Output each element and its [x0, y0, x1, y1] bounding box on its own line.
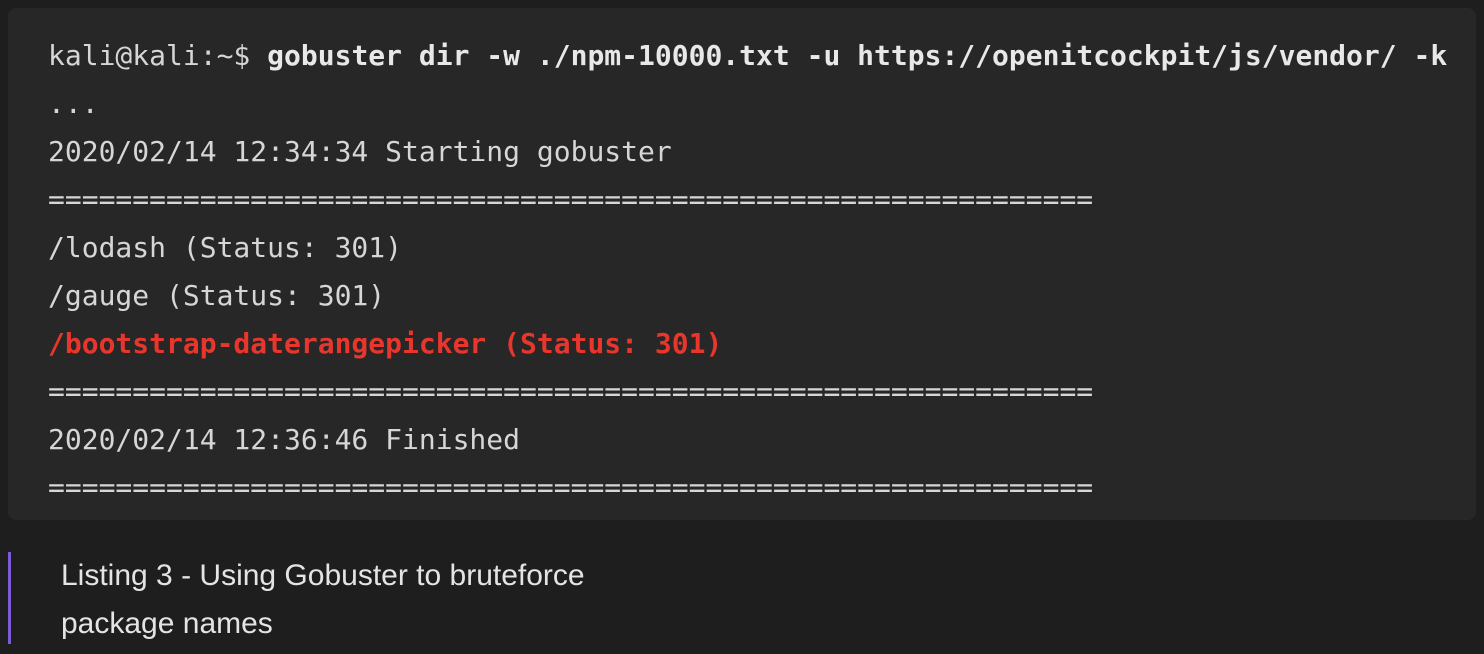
result-line: /gauge (Status: 301)	[48, 279, 386, 312]
command-line: kali@kali:~$ gobuster dir -w ./npm-10000…	[48, 32, 1476, 80]
listing-caption: Listing 3 - Using Gobuster to bruteforce…	[8, 552, 708, 644]
ellipsis-line: ...	[48, 87, 99, 120]
separator-line: ========================================…	[48, 471, 1094, 504]
gobuster-command: gobuster dir -w ./npm-10000.txt -u https…	[267, 39, 1448, 72]
separator-line: ========================================…	[48, 183, 1094, 216]
terminal-output-block: kali@kali:~$ gobuster dir -w ./npm-10000…	[8, 8, 1476, 520]
separator-line: ========================================…	[48, 375, 1094, 408]
finish-line: 2020/02/14 12:36:46 Finished	[48, 423, 521, 456]
start-line: 2020/02/14 12:34:34 Starting gobuster	[48, 135, 672, 168]
result-line: /lodash (Status: 301)	[48, 231, 403, 264]
shell-prompt: kali@kali:~$	[48, 39, 268, 72]
caption-line-1: Listing 3 - Using Gobuster to bruteforce	[61, 559, 585, 592]
highlighted-result-line: /bootstrap-daterangepicker (Status: 301)	[48, 327, 723, 360]
caption-line-2: package names	[61, 607, 273, 640]
